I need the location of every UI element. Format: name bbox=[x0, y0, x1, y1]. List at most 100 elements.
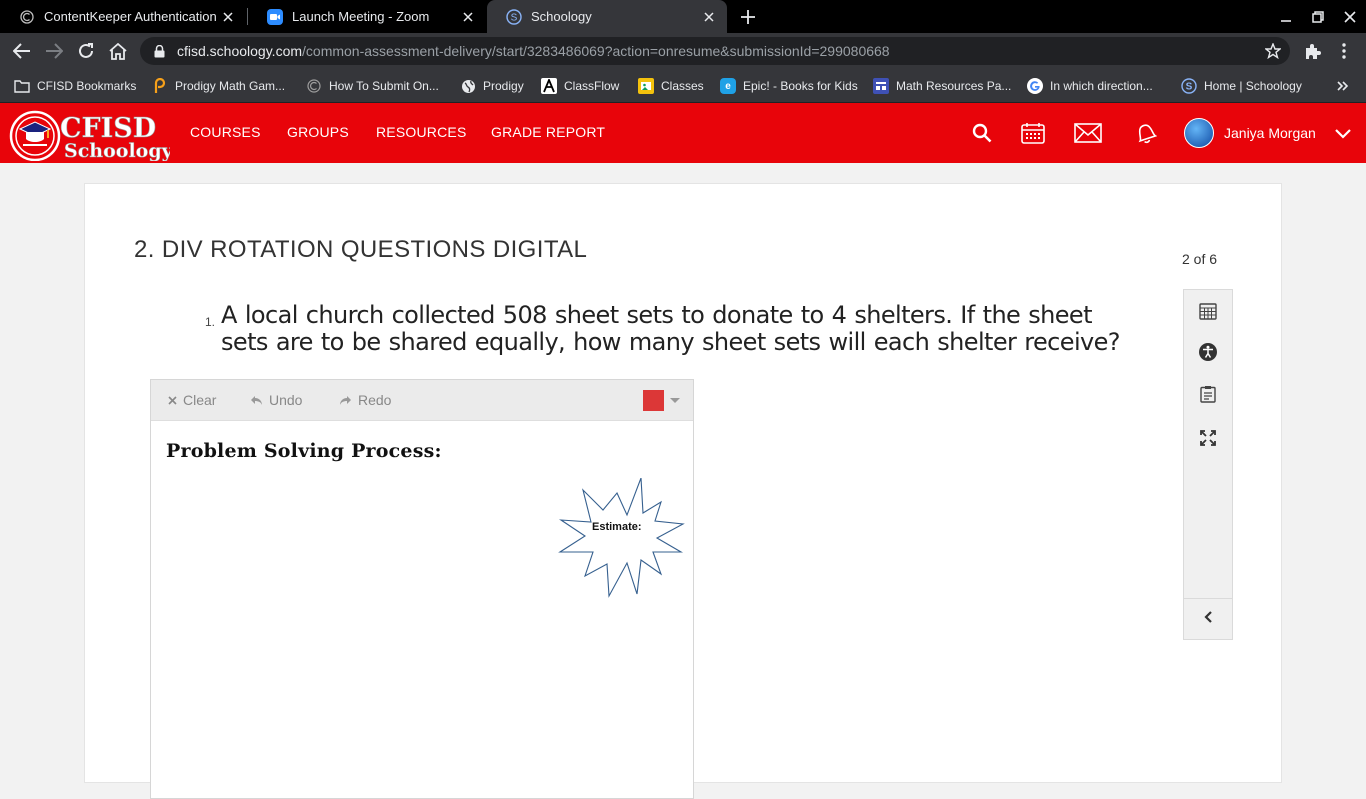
redo-icon bbox=[339, 395, 352, 406]
close-icon[interactable] bbox=[218, 7, 238, 27]
forward-arrow-icon[interactable] bbox=[42, 39, 66, 63]
bookmark-classflow[interactable]: ClassFlow bbox=[541, 75, 619, 97]
accessibility-icon[interactable] bbox=[1198, 342, 1218, 362]
schoology-icon: S bbox=[506, 8, 522, 25]
bookmark-star-icon[interactable] bbox=[1264, 42, 1282, 60]
bookmark-label: Home | Schoology bbox=[1204, 79, 1302, 93]
redo-label: Redo bbox=[358, 392, 392, 408]
zoom-icon bbox=[267, 8, 283, 25]
extensions-puzzle-icon[interactable] bbox=[1303, 42, 1321, 60]
page-title: 2. DIV ROTATION QUESTIONS DIGITAL bbox=[134, 236, 588, 263]
nav-courses[interactable]: COURSES bbox=[190, 124, 261, 140]
tab-contentkeeper[interactable]: ContentKeeper Authentication bbox=[0, 0, 246, 33]
bookmark-label: Classes bbox=[661, 79, 704, 93]
bookmarks-bar: CFISD Bookmarks Prodigy Math Gam... How … bbox=[0, 69, 1366, 103]
search-icon[interactable] bbox=[970, 120, 994, 146]
reload-icon[interactable] bbox=[74, 39, 98, 63]
fullscreen-icon[interactable] bbox=[1198, 428, 1218, 448]
redo-button[interactable]: Redo bbox=[339, 392, 391, 408]
chevron-left-icon bbox=[1204, 610, 1212, 628]
home-icon[interactable] bbox=[106, 39, 130, 63]
user-name[interactable]: Janiya Morgan bbox=[1224, 125, 1316, 141]
estimate-starburst-shape bbox=[558, 478, 685, 598]
bookmark-cfisd[interactable]: CFISD Bookmarks bbox=[14, 75, 136, 97]
svg-text:S: S bbox=[1186, 82, 1193, 93]
drawing-canvas[interactable]: Problem Solving Process: Estimate: bbox=[151, 421, 693, 799]
restore-icon[interactable] bbox=[1307, 6, 1329, 28]
caret-down-icon[interactable] bbox=[670, 398, 680, 403]
bookmark-home-schoology[interactable]: S Home | Schoology bbox=[1181, 75, 1302, 97]
drawing-toolbar: Clear Undo Redo bbox=[151, 380, 693, 421]
address-bar[interactable]: cfisd.schoology.com/common-assessment-de… bbox=[140, 37, 1290, 65]
close-icon[interactable] bbox=[458, 7, 478, 27]
chevron-down-icon[interactable] bbox=[1334, 127, 1352, 141]
close-icon[interactable] bbox=[699, 7, 719, 27]
tab-title: ContentKeeper Authentication bbox=[44, 9, 217, 24]
bookmark-prodigy[interactable]: Prodigy bbox=[460, 75, 524, 97]
bookmark-prodigy-math[interactable]: Prodigy Math Gam... bbox=[152, 75, 285, 97]
avatar[interactable] bbox=[1184, 118, 1214, 148]
question-text: A local church collected 508 sheet sets … bbox=[221, 301, 1121, 356]
math-resources-icon bbox=[873, 78, 889, 94]
pen-color-swatch[interactable] bbox=[643, 390, 664, 411]
tab-zoom[interactable]: Launch Meeting - Zoom bbox=[248, 0, 486, 33]
back-arrow-icon[interactable] bbox=[10, 39, 34, 63]
bookmark-label: Prodigy Math Gam... bbox=[175, 79, 286, 93]
bookmark-label: Prodigy bbox=[483, 79, 524, 93]
bookmark-label: Epic! - Books for Kids bbox=[743, 79, 858, 93]
question-number: 1. bbox=[205, 315, 216, 329]
bookmark-label: CFISD Bookmarks bbox=[37, 79, 137, 93]
url-host: cfisd.schoology.com bbox=[177, 43, 303, 59]
bookmark-math-resources[interactable]: Math Resources Pa... bbox=[873, 75, 1011, 97]
tab-title: Schoology bbox=[531, 9, 592, 24]
epic-icon: e bbox=[720, 78, 736, 94]
bookmark-label: How To Submit On... bbox=[329, 79, 439, 93]
bookmark-label: Math Resources Pa... bbox=[896, 79, 1012, 93]
notification-bell-icon[interactable] bbox=[1132, 120, 1158, 146]
undo-button[interactable]: Undo bbox=[250, 392, 302, 408]
calculator-icon[interactable] bbox=[1198, 301, 1218, 321]
minimize-icon[interactable] bbox=[1275, 6, 1297, 28]
new-tab-button[interactable] bbox=[736, 5, 760, 29]
contentkeeper-icon bbox=[306, 78, 322, 94]
more-bookmarks-icon[interactable] bbox=[1334, 77, 1352, 95]
bookmark-classes[interactable]: Classes bbox=[638, 75, 704, 97]
bookmark-how-to-submit[interactable]: How To Submit On... bbox=[306, 75, 439, 97]
calendar-icon[interactable] bbox=[1020, 120, 1046, 146]
notepad-icon[interactable] bbox=[1198, 384, 1218, 404]
side-tool-panel bbox=[1183, 289, 1233, 640]
classflow-icon bbox=[541, 78, 557, 94]
tab-title: Launch Meeting - Zoom bbox=[292, 9, 430, 24]
page-counter: 2 of 6 bbox=[1182, 251, 1218, 267]
estimate-label: Estimate: bbox=[592, 521, 642, 533]
cfisd-schoology-logo[interactable]: CFISD Schoology bbox=[8, 107, 170, 161]
close-window-icon[interactable] bbox=[1339, 6, 1361, 28]
bookmark-label: ClassFlow bbox=[564, 79, 620, 93]
problem-solving-heading: Problem Solving Process: bbox=[166, 440, 442, 462]
prodigy-icon bbox=[152, 78, 168, 94]
clear-button[interactable]: Clear bbox=[168, 392, 216, 408]
clear-x-icon bbox=[168, 395, 177, 405]
globe-icon bbox=[460, 78, 476, 94]
browser-toolbar: cfisd.schoology.com/common-assessment-de… bbox=[0, 33, 1366, 69]
nav-resources[interactable]: RESOURCES bbox=[376, 124, 466, 140]
nav-groups[interactable]: GROUPS bbox=[287, 124, 349, 140]
mail-icon[interactable] bbox=[1074, 120, 1102, 146]
clear-label: Clear bbox=[183, 392, 217, 408]
undo-label: Undo bbox=[269, 392, 303, 408]
bookmark-in-which-direction[interactable]: In which direction... bbox=[1027, 75, 1153, 97]
svg-text:S: S bbox=[511, 12, 518, 23]
nav-grade-report[interactable]: GRADE REPORT bbox=[491, 124, 605, 140]
bookmark-epic[interactable]: e Epic! - Books for Kids bbox=[720, 75, 858, 97]
schoology-icon: S bbox=[1181, 78, 1197, 94]
lock-icon bbox=[152, 44, 166, 58]
url-path: /common-assessment-delivery/start/328348… bbox=[302, 43, 890, 59]
google-icon bbox=[1027, 78, 1043, 94]
contentkeeper-icon bbox=[19, 9, 35, 25]
undo-icon bbox=[250, 395, 263, 406]
logo-text-bottom: Schoology bbox=[64, 140, 170, 161]
tab-schoology[interactable]: S Schoology bbox=[487, 0, 727, 33]
more-menu-icon[interactable] bbox=[1335, 42, 1353, 60]
assessment-card: 2. DIV ROTATION QUESTIONS DIGITAL 2 of 6… bbox=[84, 183, 1282, 799]
collapse-panel-button[interactable] bbox=[1184, 598, 1232, 639]
